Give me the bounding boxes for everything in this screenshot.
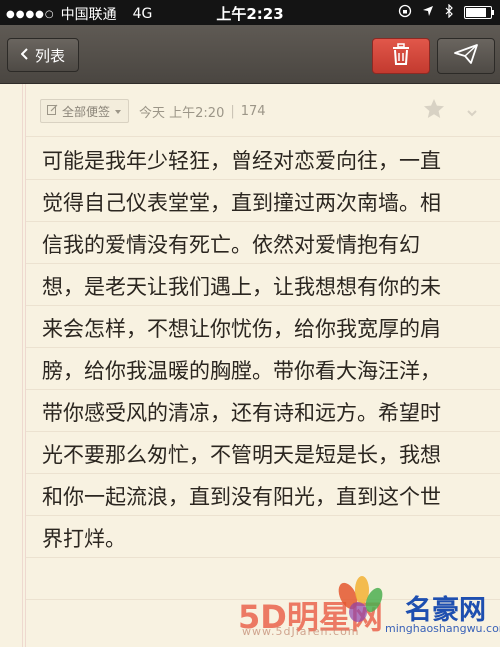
ruled-line xyxy=(26,347,500,348)
back-button-label: 列表 xyxy=(34,46,65,65)
ruled-line xyxy=(26,431,500,432)
folder-selector[interactable]: 全部便签 xyxy=(40,99,130,123)
flower-logo-icon xyxy=(330,570,390,640)
note-body-line[interactable]: 膀，给你我温暖的胸膛。带你看大海汪洋， xyxy=(42,357,492,385)
location-icon xyxy=(422,5,434,20)
ruled-line xyxy=(26,305,500,306)
back-to-list-button[interactable]: 列表 xyxy=(7,38,79,72)
meta-separator: | xyxy=(230,103,235,119)
paper-plane-icon xyxy=(454,44,478,68)
caret-down-icon xyxy=(114,104,122,118)
delete-note-button[interactable] xyxy=(372,38,430,74)
bluetooth-icon xyxy=(444,3,454,21)
note-body-line[interactable]: 可能是我年少轻狂，曾经对恋爱向往，一直 xyxy=(42,147,492,175)
note-body-line[interactable]: 带你感受风的清凉，还有诗和远方。希望时 xyxy=(42,399,492,427)
ruled-line xyxy=(26,557,500,558)
star-icon[interactable] xyxy=(423,98,445,120)
ruled-line xyxy=(26,515,500,516)
note-body-line[interactable]: 来会怎样，不想让你忧伤，给你我宽厚的肩 xyxy=(42,315,492,343)
note-paper: 全部便签 今天 上午2:20 | 174 可能是我年少轻狂，曾经对恋爱向往，一直… xyxy=(0,84,500,647)
watermark-minghao-url: minghaoshangwu.com xyxy=(385,622,500,635)
note-date: 今天 上午2:20 xyxy=(139,105,225,121)
chevron-left-icon xyxy=(20,46,29,64)
note-body-line[interactable]: 想，是老天让我们遇上，让我想想有你的未 xyxy=(42,273,492,301)
note-body-line[interactable]: 和你一起流浪，直到没有阳光，直到这个世 xyxy=(42,483,492,511)
ruled-line xyxy=(26,263,500,264)
note-body-line[interactable]: 界打烊。 xyxy=(42,525,492,553)
note-toolbar: 列表 xyxy=(0,25,500,84)
note-body-line[interactable]: 信我的爱情没有死亡。依然对爱情抱有幻 xyxy=(42,231,492,259)
rotation-lock-icon xyxy=(398,4,412,21)
battery-icon xyxy=(464,6,494,19)
margin-line-inner xyxy=(25,84,26,647)
trash-icon xyxy=(392,43,410,69)
send-note-button[interactable] xyxy=(437,38,495,74)
note-body-line[interactable]: 光不要那么匆忙，不管明天是短是长，我想 xyxy=(42,441,492,469)
ruled-line xyxy=(26,473,500,474)
ruled-line xyxy=(26,179,500,180)
margin-line xyxy=(22,84,23,647)
ruled-line xyxy=(26,389,500,390)
ruled-line xyxy=(26,221,500,222)
note-body-line[interactable]: 觉得自己仪表堂堂，直到撞过两次南墙。相 xyxy=(42,189,492,217)
folder-label: 全部便签 xyxy=(62,104,111,119)
char-count: 174 xyxy=(240,103,266,119)
more-menu-icon[interactable] xyxy=(466,104,478,117)
ruled-line xyxy=(26,136,500,137)
note-meta: 全部便签 今天 上午2:20 | 174 xyxy=(40,98,266,124)
edit-note-icon xyxy=(47,104,58,118)
status-bar: ●●●●○ 中国联通 4G 上午2:23 xyxy=(0,0,500,25)
